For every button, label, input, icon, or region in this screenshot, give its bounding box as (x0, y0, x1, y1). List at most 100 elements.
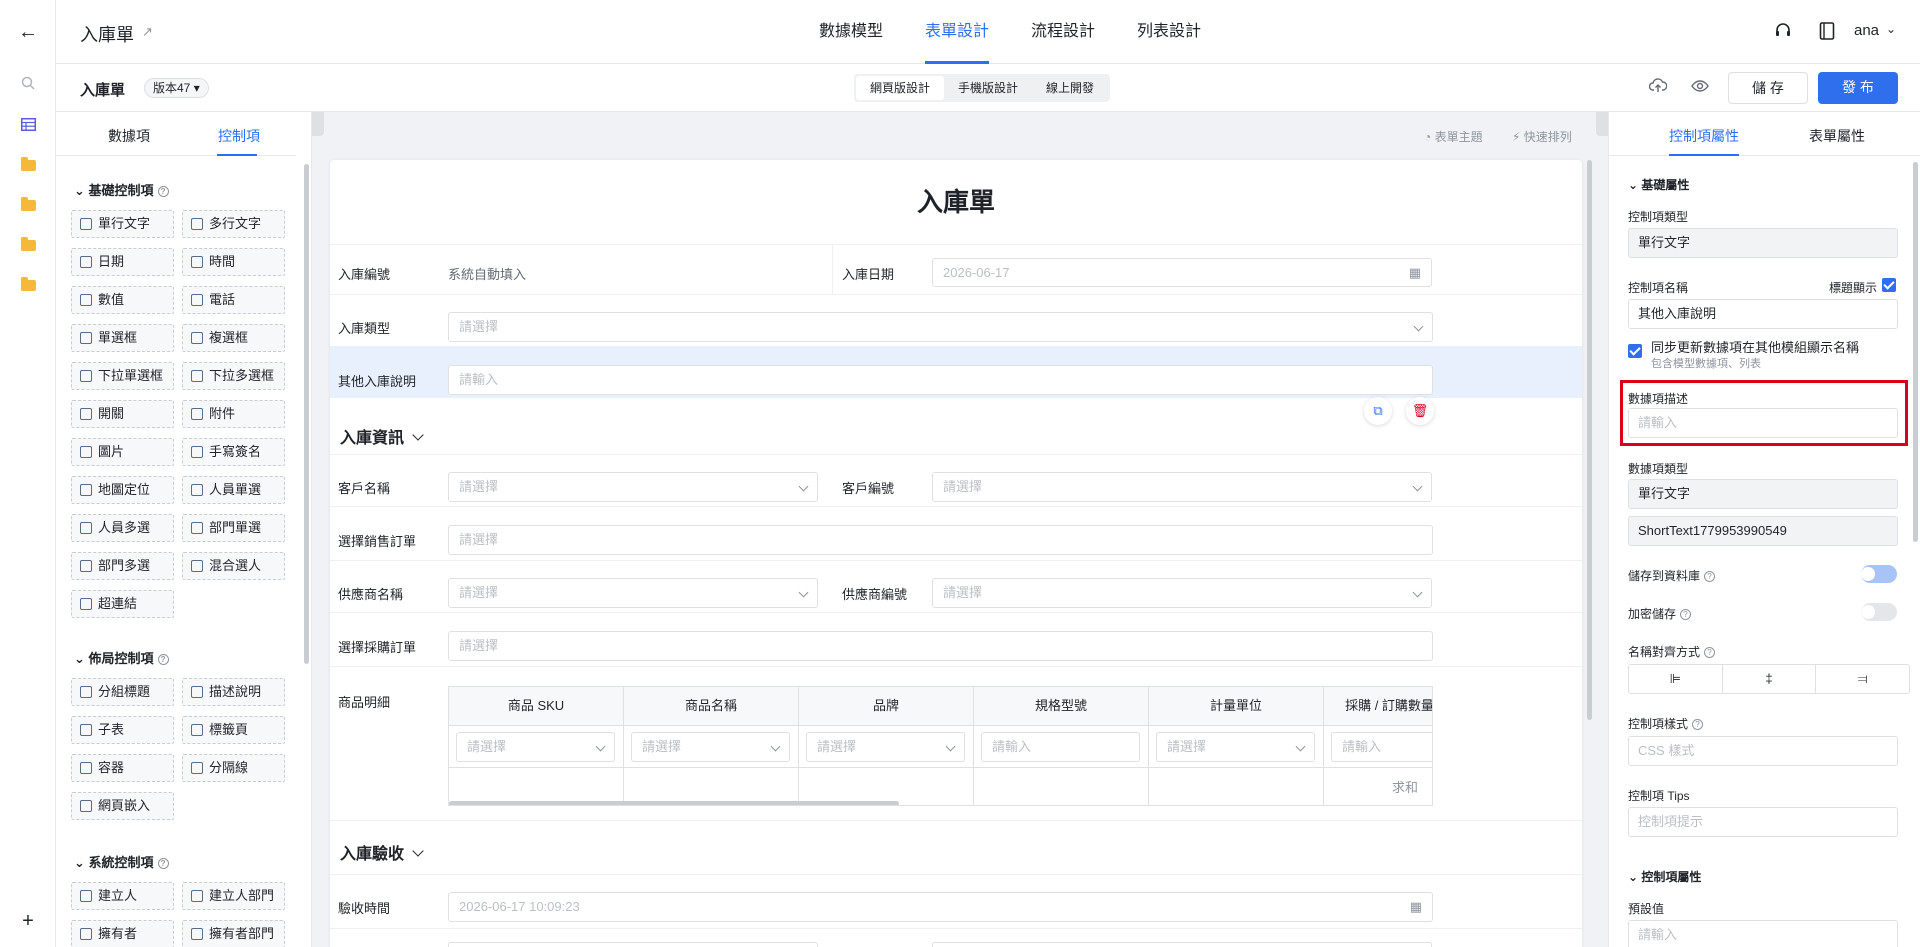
control-chip[interactable]: 多行文字 (182, 210, 285, 238)
control-chip[interactable]: 複選框 (182, 324, 285, 352)
control-chip[interactable]: 下拉多選框 (182, 362, 285, 390)
section-control-props[interactable]: ⌄ 控制項屬性 (1628, 868, 1701, 885)
tab-list-design[interactable]: 列表設計 (1137, 0, 1201, 64)
mode-web[interactable]: 網頁版設計 (856, 76, 945, 100)
palette-scrollbar[interactable] (304, 164, 309, 664)
folder-icon[interactable] (18, 195, 38, 215)
control-chip[interactable]: 附件 (182, 400, 285, 428)
quick-arrange-button[interactable]: ⚡ 快速排列 (1512, 128, 1572, 145)
control-chip[interactable]: 擁有者 (71, 920, 174, 947)
select-input[interactable] (448, 942, 818, 947)
version-select[interactable]: 版本47 ▾ (144, 78, 209, 98)
mode-online-dev[interactable]: 線上開發 (1032, 76, 1108, 100)
form-theme-button[interactable]: ◔ 表單主題 (1424, 128, 1483, 145)
cell-select[interactable]: 請選擇 (456, 732, 615, 762)
control-chip[interactable]: 子表 (71, 716, 174, 744)
control-chip[interactable]: 人員多選 (71, 514, 174, 542)
mode-mobile[interactable]: 手機版設計 (944, 76, 1032, 100)
control-chip[interactable]: 超連結 (71, 590, 174, 618)
control-chip[interactable]: 建立人 (71, 882, 174, 910)
data-description-input[interactable]: 請輸入 (1628, 408, 1898, 438)
control-chip[interactable]: 混合選人 (182, 552, 285, 580)
group-title[interactable]: 入庫資訊 (340, 424, 424, 448)
folder-icon[interactable] (18, 235, 38, 255)
document-icon[interactable] (1819, 22, 1835, 45)
section-system-controls[interactable]: ⌄ 系統控制項? (74, 852, 169, 871)
control-chip[interactable]: 電話 (182, 286, 285, 314)
cell-input[interactable]: 請輸入 (1331, 732, 1432, 762)
control-chip[interactable]: 部門多選 (71, 552, 174, 580)
folder-icon[interactable] (18, 275, 38, 295)
search-icon[interactable] (18, 73, 38, 93)
cell-select[interactable]: 請選擇 (631, 732, 790, 762)
select-input[interactable]: 請選擇 (448, 578, 818, 608)
sync-name-checkbox[interactable] (1628, 344, 1642, 358)
user-menu[interactable]: ana (1854, 22, 1879, 39)
control-chip[interactable]: 部門單選 (182, 514, 285, 542)
tips-input[interactable]: 控制項提示 (1628, 807, 1898, 837)
align-center-icon[interactable]: ‡ (1723, 665, 1817, 693)
control-chip[interactable]: 網頁嵌入 (71, 792, 174, 820)
control-chip[interactable]: 時間 (182, 248, 285, 276)
control-chip[interactable]: 容器 (71, 754, 174, 782)
copy-icon[interactable]: ⧉ (1364, 397, 1392, 425)
support-icon[interactable] (1774, 22, 1792, 45)
control-chip[interactable]: 地圖定位 (71, 476, 174, 504)
cell-input[interactable]: 請輸入 (981, 732, 1140, 762)
section-layout-controls[interactable]: ⌄ 佈局控制項? (74, 648, 169, 667)
publish-button[interactable]: 發 布 (1818, 72, 1898, 104)
select-input[interactable]: 請選擇 (448, 525, 1433, 555)
folder-icon[interactable] (18, 155, 38, 175)
cell-select[interactable]: 請選擇 (806, 732, 965, 762)
control-chip[interactable]: 單行文字 (71, 210, 174, 238)
section-basic-props[interactable]: ⌄ 基礎屬性 (1628, 176, 1689, 193)
select-input[interactable]: 請選擇 (448, 631, 1433, 661)
control-chip[interactable]: 數值 (71, 286, 174, 314)
control-chip[interactable]: 人員單選 (182, 476, 285, 504)
select-input[interactable]: 請選擇 (448, 312, 1433, 342)
group-title[interactable]: 入庫驗收 (340, 840, 424, 864)
control-chip[interactable]: 單選框 (71, 324, 174, 352)
datetime-input[interactable]: 2026-06-17 10:09:23 ▦ (448, 892, 1433, 922)
encrypt-toggle[interactable] (1861, 603, 1897, 621)
tab-control-props[interactable]: 控制項屬性 (1669, 126, 1739, 146)
preview-eye-icon[interactable] (1691, 78, 1709, 97)
tab-data-model[interactable]: 數據模型 (819, 0, 883, 64)
align-left-icon[interactable]: ⊫ (1629, 665, 1723, 693)
control-chip[interactable]: 圖片 (71, 438, 174, 466)
tab-controls[interactable]: 控制項 (218, 126, 260, 146)
table-scrollbar[interactable] (449, 801, 899, 805)
canvas-scrollbar[interactable] (1587, 160, 1592, 720)
control-chip[interactable]: 日期 (71, 248, 174, 276)
tab-form-props[interactable]: 表單屬性 (1809, 126, 1865, 146)
select-input[interactable] (932, 942, 1432, 947)
chevron-down-icon[interactable]: ⌄ (1886, 22, 1896, 36)
control-chip[interactable]: 分組標題 (71, 678, 174, 706)
control-name-input[interactable]: 其他入庫說明 (1628, 299, 1898, 329)
control-chip[interactable]: 描述說明 (182, 678, 285, 706)
default-value-input[interactable]: 請輸入 (1628, 920, 1898, 947)
table-icon[interactable] (18, 114, 38, 134)
collapse-left-handle[interactable] (312, 112, 324, 136)
cloud-upload-icon[interactable] (1648, 78, 1668, 97)
tab-data-items[interactable]: 數據項 (108, 126, 150, 146)
store-db-toggle[interactable] (1861, 565, 1897, 583)
date-input[interactable]: 2026-06-17 ▦ (932, 258, 1432, 287)
control-chip[interactable]: 標籤頁 (182, 716, 285, 744)
control-chip[interactable]: 下拉單選框 (71, 362, 174, 390)
text-input[interactable]: 請輸入 (448, 365, 1433, 395)
select-input[interactable]: 請選擇 (932, 578, 1432, 608)
external-link-icon[interactable]: ↗ (142, 24, 153, 40)
css-style-input[interactable]: CSS 樣式 (1628, 736, 1898, 766)
control-chip[interactable]: 手寫簽名 (182, 438, 285, 466)
control-chip[interactable]: 擁有者部門 (182, 920, 285, 947)
show-title-checkbox[interactable] (1882, 278, 1896, 292)
back-arrow-icon[interactable]: ← (18, 21, 38, 43)
align-right-icon[interactable]: ⫤ (1816, 665, 1909, 693)
add-icon[interactable]: + (18, 910, 38, 932)
section-basic-controls[interactable]: ⌄ 基礎控制項? (74, 180, 169, 199)
tab-flow-design[interactable]: 流程設計 (1031, 0, 1095, 64)
cell-select[interactable]: 請選擇 (1156, 732, 1315, 762)
control-chip[interactable]: 建立人部門 (182, 882, 285, 910)
tab-form-design[interactable]: 表單設計 (925, 0, 990, 64)
